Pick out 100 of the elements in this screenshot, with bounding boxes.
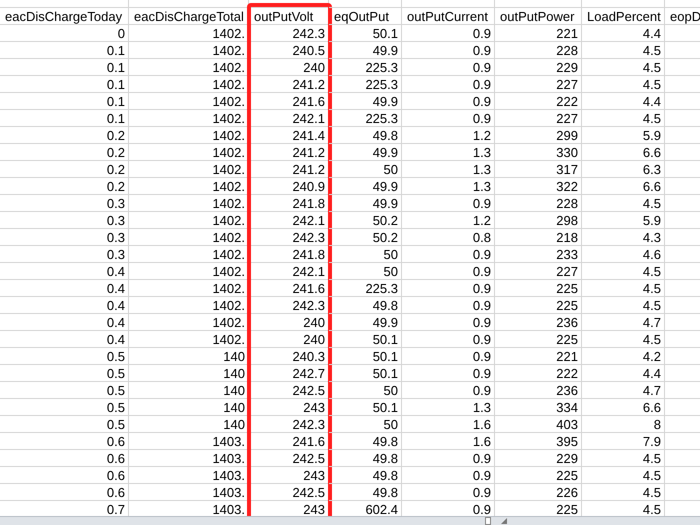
table-cell: 50 xyxy=(384,248,398,260)
table-cell: 243 xyxy=(303,468,325,482)
table-cell: 0.9 xyxy=(472,60,491,74)
table-cell: 4.5 xyxy=(642,60,661,74)
table-cell: 4.5 xyxy=(642,502,661,516)
table-cell: 233 xyxy=(556,248,578,260)
table-cell: 4.4 xyxy=(642,26,661,40)
table-cell: 49.8 xyxy=(372,128,398,142)
table-cell: 222 xyxy=(556,366,578,380)
table-cell: 242.5 xyxy=(292,486,325,498)
table-cell: 317 xyxy=(556,162,578,176)
column-header: outPutVolt xyxy=(254,10,314,22)
table-cell: 242.7 xyxy=(292,366,325,380)
table-cell: 0.3 xyxy=(106,196,125,210)
table-cell: 4.3 xyxy=(642,230,661,244)
table-cell: 0.9 xyxy=(472,316,491,328)
table-cell: 1.2 xyxy=(472,128,491,142)
table-cell: 0.9 xyxy=(472,196,491,210)
table-cell: 0.4 xyxy=(106,298,125,312)
column-header: outPutPower xyxy=(500,10,574,22)
table-cell: 0.1 xyxy=(106,60,125,74)
splitter-handle-icon[interactable] xyxy=(485,517,491,525)
table-cell: 227 xyxy=(556,264,578,278)
table-cell: 243 xyxy=(303,400,325,414)
table-cell: 403 xyxy=(556,418,578,430)
table-cell: 242.5 xyxy=(292,452,325,464)
table-cell: 0.9 xyxy=(472,384,491,396)
table-cell: 0.9 xyxy=(472,502,491,516)
table-cell: 241.2 xyxy=(292,78,325,90)
table-cell: 0.4 xyxy=(106,316,125,328)
table-cell: 0.4 xyxy=(106,332,125,346)
table-cell: 1402. xyxy=(212,230,245,244)
table-cell: 0.1 xyxy=(106,94,125,108)
table-cell: 50 xyxy=(384,264,398,278)
table-cell: 0.9 xyxy=(472,486,491,498)
table-cell: 49.9 xyxy=(372,94,398,108)
table-cell: 240.3 xyxy=(292,350,325,362)
table-cell: 242.3 xyxy=(292,298,325,312)
table-cell: 242.1 xyxy=(292,214,325,226)
table-cell: 1.2 xyxy=(472,214,491,226)
table-cell: 228 xyxy=(556,44,578,56)
table-cell: 0.9 xyxy=(472,452,491,464)
table-cell: 49.8 xyxy=(372,468,398,482)
table-cell: 240.9 xyxy=(292,180,325,192)
table-cell: 1403. xyxy=(212,452,245,464)
table-cell: 1402. xyxy=(212,180,245,192)
table-cell: 4.5 xyxy=(642,196,661,210)
table-cell: 0.6 xyxy=(106,468,125,482)
table-cell: 4.5 xyxy=(642,44,661,56)
table-cell: 50.1 xyxy=(372,350,398,362)
table-cell: 49.9 xyxy=(372,180,398,192)
table-cell: 4.7 xyxy=(642,316,661,328)
column-header: outPutCurrent xyxy=(407,10,488,22)
table-cell: 299 xyxy=(556,128,578,142)
table-cell: 1.6 xyxy=(472,434,491,448)
table-cell: 0.5 xyxy=(106,400,125,414)
table-cell: 242.1 xyxy=(292,112,325,124)
table-cell: 240 xyxy=(303,332,325,346)
table-cell: 0.3 xyxy=(106,230,125,244)
table-cell: 0.9 xyxy=(472,468,491,482)
table-cell: 1402. xyxy=(212,128,245,142)
table-cell: 1.3 xyxy=(472,162,491,176)
table-cell: 1402. xyxy=(212,94,245,108)
table-cell: 49.9 xyxy=(372,44,398,56)
table-cell: 0.9 xyxy=(472,78,491,90)
table-cell: 1.3 xyxy=(472,146,491,158)
table-cell: 6.6 xyxy=(642,400,661,414)
table-cell: 4.5 xyxy=(642,78,661,90)
table-cell: 228 xyxy=(556,196,578,210)
table-cell: 1.3 xyxy=(472,180,491,192)
table-cell: 50.1 xyxy=(372,400,398,414)
table-cell: 242.3 xyxy=(292,26,325,40)
table-cell: 4.5 xyxy=(642,282,661,294)
table-cell: 1402. xyxy=(212,248,245,260)
table-cell: 0.2 xyxy=(106,146,125,158)
table-cell: 4.5 xyxy=(642,468,661,482)
table-cell: 229 xyxy=(556,452,578,464)
table-cell: 218 xyxy=(556,230,578,244)
table-cell: 7.9 xyxy=(642,434,661,448)
table-cell: 240.5 xyxy=(292,44,325,56)
table-cell: 240 xyxy=(303,316,325,328)
table-cell: 49.8 xyxy=(372,298,398,312)
resize-triangle-icon xyxy=(501,518,507,524)
table-cell: 1403. xyxy=(212,468,245,482)
table-cell: 1402. xyxy=(212,264,245,278)
table-cell: 0.9 xyxy=(472,264,491,278)
table-cell: 0.3 xyxy=(106,248,125,260)
table-cell: 0.6 xyxy=(106,452,125,464)
table-cell: 243 xyxy=(303,502,325,516)
table-cell: 242.3 xyxy=(292,230,325,244)
table-cell: 242.1 xyxy=(292,264,325,278)
table-cell: 0.9 xyxy=(472,248,491,260)
table-cell: 1.6 xyxy=(472,418,491,430)
table-cell: 4.5 xyxy=(642,264,661,278)
table-cell: 0.5 xyxy=(106,418,125,430)
table-cell: 236 xyxy=(556,316,578,328)
table-cell: 1403. xyxy=(212,502,245,516)
table-cell: 1402. xyxy=(212,60,245,74)
table-cell: 0.1 xyxy=(106,44,125,56)
table-cell: 221 xyxy=(556,26,578,40)
